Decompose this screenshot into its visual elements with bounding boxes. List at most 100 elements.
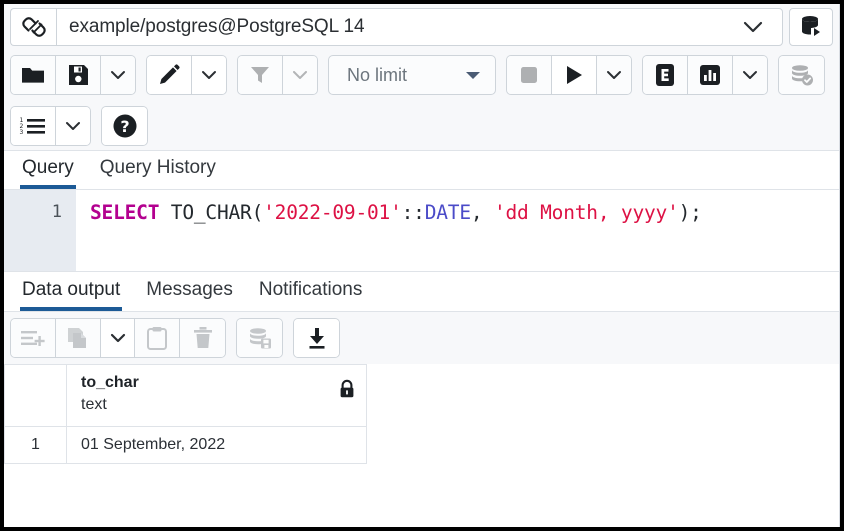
sql-token-open-paren: ( (252, 201, 264, 224)
result-edit-group (10, 318, 226, 358)
connection-select[interactable]: example/postgres@PostgreSQL 14 (56, 8, 783, 46)
edit-group (146, 55, 227, 95)
help-circle-icon: ? (112, 113, 138, 139)
connection-bar: example/postgres@PostgreSQL 14 (4, 4, 839, 49)
sql-token-space (159, 201, 171, 224)
filter-dropdown[interactable] (283, 56, 317, 94)
result-toolbar (4, 312, 839, 364)
copy-button[interactable] (56, 319, 101, 357)
output-tab-bar: Data output Messages Notifications (4, 272, 839, 312)
svg-text:3: 3 (20, 129, 24, 136)
tab-data-output[interactable]: Data output (20, 280, 122, 311)
sql-code-line[interactable]: SELECT TO_CHAR('2022-09-01'::DATE, 'dd M… (76, 190, 839, 271)
paste-button[interactable] (135, 319, 180, 357)
result-grid: to_char text 1 01 (4, 364, 367, 464)
download-button[interactable] (294, 319, 339, 357)
open-file-button[interactable] (11, 56, 56, 94)
chevron-down-icon (291, 69, 309, 81)
explain-dropdown[interactable] (733, 56, 767, 94)
explain-e-icon (654, 63, 676, 87)
query-tool-window: example/postgres@PostgreSQL 14 (4, 4, 840, 527)
delete-button[interactable] (180, 319, 225, 357)
chevron-down-icon[interactable] (738, 20, 774, 34)
help-button[interactable]: ? (102, 107, 147, 145)
sql-editor[interactable]: 1 SELECT TO_CHAR('2022-09-01'::DATE, 'dd… (4, 190, 839, 272)
add-row-button[interactable] (11, 319, 56, 357)
column-name: to_char (81, 372, 356, 394)
chevron-down-icon (109, 332, 127, 344)
database-check-icon (789, 63, 815, 87)
play-triangle-icon (564, 64, 584, 86)
explain-analyze-button[interactable] (688, 56, 733, 94)
explain-group (642, 55, 768, 95)
table-row[interactable]: 1 01 September, 2022 (5, 427, 367, 464)
lock-icon (338, 379, 356, 399)
tab-messages[interactable]: Messages (144, 280, 235, 311)
sql-token-close: ); (679, 201, 702, 224)
help-group: ? (101, 106, 148, 146)
sql-token-keyword: SELECT (90, 201, 159, 224)
copy-icon (66, 326, 90, 350)
explain-button[interactable] (643, 56, 688, 94)
macros-button[interactable]: 1 2 3 (11, 107, 56, 145)
download-icon (306, 326, 328, 350)
database-connect-icon[interactable] (789, 8, 833, 46)
sql-token-function: TO_CHAR (171, 201, 252, 224)
query-tab-bar: Query Query History (4, 150, 839, 190)
rownum-header (5, 365, 67, 427)
save-data-button[interactable] (237, 319, 282, 357)
filter-group (237, 55, 318, 95)
stop-square-icon (519, 65, 539, 85)
table-header-row: to_char text (5, 365, 367, 427)
edit-dropdown[interactable] (192, 56, 226, 94)
save-floppy-icon (67, 64, 89, 86)
row-limit-select[interactable]: No limit (328, 55, 496, 95)
caret-down-icon (463, 69, 483, 81)
main-toolbar: No limit (4, 49, 839, 101)
chevron-down-icon (605, 69, 623, 81)
row-limit-value: No limit (347, 65, 407, 86)
database-save-icon (247, 326, 273, 350)
execute-query-button[interactable] (552, 56, 597, 94)
filter-button[interactable] (238, 56, 283, 94)
edit-button[interactable] (147, 56, 192, 94)
column-header-to_char[interactable]: to_char text (67, 365, 367, 427)
chevron-down-icon (64, 120, 82, 132)
chevron-down-icon (741, 69, 759, 81)
execute-group (506, 55, 632, 95)
tab-notifications[interactable]: Notifications (257, 280, 365, 311)
download-group (293, 318, 340, 358)
save-file-dropdown[interactable] (101, 56, 135, 94)
svg-text:?: ? (120, 117, 129, 136)
secondary-toolbar: 1 2 3 (4, 101, 839, 150)
save-data-group (236, 318, 283, 358)
commit-group (778, 55, 825, 95)
copy-dropdown[interactable] (101, 319, 135, 357)
result-grid-wrapper[interactable]: to_char text 1 01 (4, 364, 839, 504)
commit-button[interactable] (779, 56, 824, 94)
save-file-button[interactable] (56, 56, 101, 94)
pencil-icon (157, 63, 181, 87)
row-number: 1 (5, 427, 67, 464)
line-number-gutter: 1 (4, 190, 76, 271)
numbered-list-icon: 1 2 3 (19, 115, 47, 137)
macros-group: 1 2 3 (10, 106, 91, 146)
stop-query-button[interactable] (507, 56, 552, 94)
trash-icon (192, 326, 214, 350)
cell-to_char[interactable]: 01 September, 2022 (67, 427, 367, 464)
column-type: text (81, 394, 356, 416)
tab-query-history[interactable]: Query History (98, 158, 218, 189)
clipboard-paste-icon (146, 326, 168, 350)
macros-dropdown[interactable] (56, 107, 90, 145)
add-row-icon (20, 327, 46, 349)
sql-token-type: DATE (425, 201, 471, 224)
execute-dropdown[interactable] (597, 56, 631, 94)
chain-link-icon (10, 8, 56, 46)
sql-token-date-literal: '2022-09-01' (263, 201, 401, 224)
sql-token-cast-operator: :: (402, 201, 425, 224)
file-group (10, 55, 136, 95)
funnel-icon (249, 64, 271, 86)
sql-token-format-literal: 'dd Month, yyyy' (494, 201, 679, 224)
chevron-down-icon (200, 69, 218, 81)
tab-query[interactable]: Query (20, 158, 76, 189)
